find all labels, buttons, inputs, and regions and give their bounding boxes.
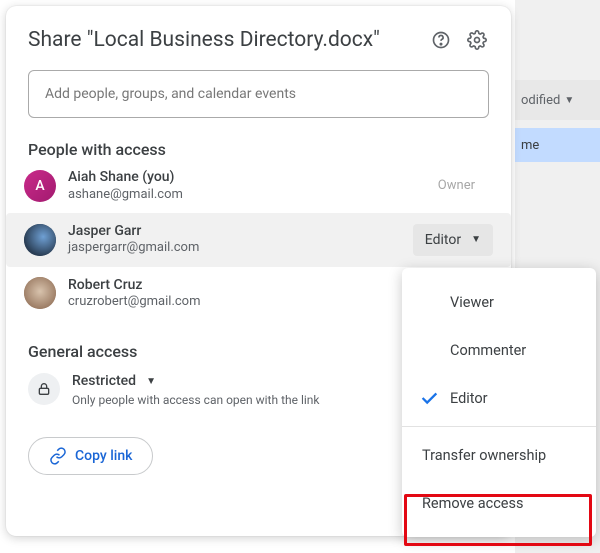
role-dropdown-button[interactable]: Editor ▼: [413, 224, 493, 256]
person-role-owner: Owner: [438, 178, 475, 193]
file-row-selected[interactable]: me: [515, 128, 600, 162]
menu-divider: [402, 426, 596, 427]
menu-item-editor[interactable]: Editor: [402, 374, 596, 422]
avatar: A: [24, 170, 56, 202]
column-header-label: odified: [521, 93, 560, 108]
person-info: Aiah Shane (you) ashane@gmail.com: [68, 169, 438, 203]
menu-item-transfer-ownership[interactable]: Transfer ownership: [402, 431, 596, 479]
avatar: [24, 277, 56, 309]
copy-link-label: Copy link: [75, 448, 132, 464]
people-with-access-heading: People with access: [28, 140, 489, 159]
caret-down-icon: ▼: [146, 376, 156, 387]
role-dropdown-menu: Viewer Commenter Editor Transfer ownersh…: [402, 268, 596, 537]
caret-down-icon: ▼: [564, 95, 574, 106]
help-icon[interactable]: [429, 28, 453, 52]
general-access-label: Restricted: [72, 373, 136, 389]
avatar: [24, 224, 56, 256]
copy-link-button[interactable]: Copy link: [28, 437, 153, 475]
caret-down-icon: ▼: [471, 234, 481, 245]
file-row-text: me: [521, 138, 539, 153]
person-row-editor: Jasper Garr jaspergarr@gmail.com Editor …: [6, 213, 511, 267]
menu-item-remove-access[interactable]: Remove access: [402, 479, 596, 527]
add-people-input[interactable]: [28, 70, 489, 118]
check-icon: [418, 387, 440, 409]
lock-icon: [28, 373, 60, 405]
gear-icon[interactable]: [465, 28, 489, 52]
dialog-header: Share "Local Business Directory.docx": [28, 28, 489, 52]
menu-item-commenter[interactable]: Commenter: [402, 326, 596, 374]
role-label: Editor: [425, 232, 461, 248]
person-email: jaspergarr@gmail.com: [68, 240, 413, 256]
menu-item-viewer[interactable]: Viewer: [402, 278, 596, 326]
person-row-owner: A Aiah Shane (you) ashane@gmail.com Owne…: [24, 159, 489, 213]
column-header-modified[interactable]: odified ▼: [515, 80, 600, 120]
person-email: ashane@gmail.com: [68, 187, 438, 203]
person-name: Jasper Garr: [68, 223, 413, 241]
person-name: Aiah Shane (you): [68, 169, 438, 187]
dialog-title: Share "Local Business Directory.docx": [28, 28, 417, 52]
person-info: Jasper Garr jaspergarr@gmail.com: [68, 223, 413, 257]
